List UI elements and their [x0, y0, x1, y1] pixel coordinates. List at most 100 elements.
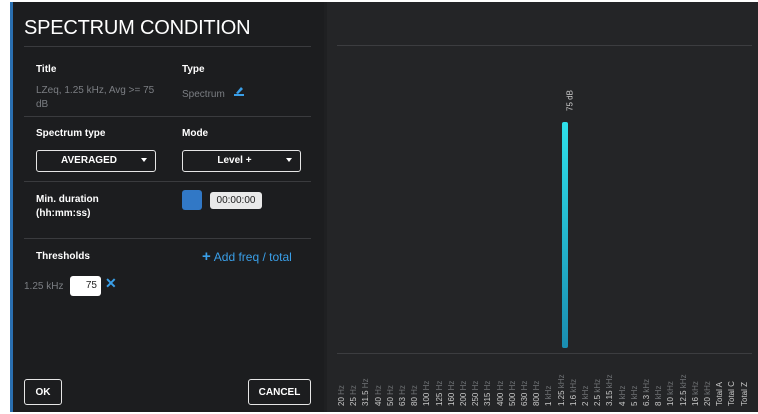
x-tick-text: 16 kHz	[690, 381, 700, 406]
x-tick-label: 6.3 kHz	[642, 356, 651, 406]
x-tick-label: 400 Hz	[496, 356, 505, 406]
x-tick-label: 200 Hz	[459, 356, 468, 406]
x-tick-label: 1.6 kHz	[569, 356, 578, 406]
x-tick-text: 5 kHz	[629, 385, 639, 406]
spectrum-type-label: Spectrum type	[36, 128, 106, 139]
x-tick-label: 1 kHz	[544, 356, 553, 406]
x-tick-text: 200 Hz	[459, 380, 468, 406]
chart-baseline	[337, 353, 752, 354]
x-tick-text: 160 Hz	[446, 380, 456, 406]
x-tick-label: Total A	[715, 356, 724, 406]
x-tick-text: 800 Hz	[532, 380, 542, 406]
x-tick-text: 2 kHz	[581, 385, 590, 406]
x-tick-text: Total Z	[739, 381, 749, 406]
threshold-value-input[interactable]: 75	[70, 276, 101, 296]
x-tick-text: Total A	[715, 381, 725, 406]
x-tick-label: 800 Hz	[532, 356, 541, 406]
x-axis-ticks: 20 Hz 25 Hz 31.5 Hz 40 Hz 50 Hz 63 Hz 80 Hz 100…	[337, 356, 755, 406]
add-freq-total-button[interactable]: + Add freq / total	[202, 248, 292, 265]
x-tick-text: 4 kHz	[617, 385, 627, 406]
x-tick-label: Total Z	[740, 356, 749, 406]
x-tick-label: 2 kHz	[581, 356, 590, 406]
x-tick-text: 400 Hz	[495, 380, 505, 406]
duration-toggle[interactable]	[182, 190, 202, 210]
plus-icon: +	[202, 248, 211, 265]
min-duration-label: Min. duration (hh:mm:ss)	[36, 194, 99, 219]
cancel-button[interactable]: CANCEL	[248, 379, 311, 405]
condition-panel: SPECTRUM CONDITION Title LZeq, 1.25 kHz,…	[10, 2, 324, 412]
title-value: LZeq, 1.25 kHz, Avg >= 75 dB	[36, 85, 155, 110]
x-tick-label: 25 Hz	[349, 356, 358, 406]
grid-line	[337, 45, 752, 46]
type-label: Type	[182, 64, 205, 75]
x-tick-text: 630 Hz	[520, 380, 529, 406]
mode-value: Level +	[217, 155, 252, 166]
x-tick-text: 40 Hz	[373, 385, 383, 406]
x-tick-label: 31.5 Hz	[361, 356, 370, 406]
panel-accent	[10, 2, 13, 412]
x-tick-text: 100 Hz	[422, 380, 432, 406]
x-tick-text: 20 Hz	[337, 385, 346, 406]
thresholds-label: Thresholds	[36, 251, 90, 262]
x-tick-label: 2.5 kHz	[593, 356, 602, 406]
x-tick-label: 5 kHz	[630, 356, 639, 406]
spectrum-type-value: AVERAGED	[61, 155, 117, 166]
x-tick-text: Total C	[727, 381, 737, 406]
x-tick-text: 25 Hz	[349, 385, 359, 406]
x-tick-text: 80 Hz	[410, 385, 420, 406]
bar-1-25-khz	[562, 122, 568, 348]
type-field: Spectrum	[182, 84, 245, 102]
x-tick-text: 1.25 kHz	[556, 374, 566, 406]
x-tick-label: 160 Hz	[447, 356, 456, 406]
mode-label: Mode	[182, 128, 209, 139]
x-tick-label: 16 kHz	[691, 356, 700, 406]
x-tick-label: 10 kHz	[666, 356, 675, 406]
x-tick-text: 63 Hz	[398, 385, 407, 406]
dialog-title: SPECTRUM CONDITION	[24, 17, 251, 39]
x-tick-label: 50 Hz	[386, 356, 395, 406]
x-tick-label: 125 Hz	[435, 356, 444, 406]
x-tick-text: 8 kHz	[654, 385, 664, 406]
x-tick-text: 10 kHz	[666, 381, 676, 406]
x-tick-label: 63 Hz	[398, 356, 407, 406]
x-tick-text: 250 Hz	[471, 380, 481, 406]
divider	[24, 181, 311, 182]
spectrum-chart: 75 dB 20 Hz 25 Hz 31.5 Hz 40 Hz 50 Hz 63 Hz 80…	[327, 2, 758, 412]
x-tick-label: 80 Hz	[410, 356, 419, 406]
x-tick-text: 12.5 kHz	[678, 374, 688, 406]
x-tick-label: 4 kHz	[618, 356, 627, 406]
x-tick-label: 8 kHz	[654, 356, 663, 406]
x-tick-text: 20 kHz	[703, 381, 712, 406]
x-tick-text: 6.3 kHz	[642, 378, 651, 406]
mode-select[interactable]: Level +	[182, 150, 301, 172]
x-tick-label: 250 Hz	[471, 356, 480, 406]
x-tick-label: 20 kHz	[703, 356, 712, 406]
x-tick-text: 315 Hz	[483, 380, 493, 406]
x-tick-text: 125 Hz	[434, 380, 444, 406]
divider	[24, 238, 311, 239]
x-tick-text: 1 kHz	[544, 385, 554, 406]
chart-edit-icon[interactable]	[233, 84, 245, 102]
x-tick-label: 40 Hz	[374, 356, 383, 406]
title-label: Title	[36, 64, 57, 75]
x-tick-label: 315 Hz	[483, 356, 492, 406]
type-value: Spectrum	[182, 89, 225, 101]
x-tick-label: 500 Hz	[508, 356, 517, 406]
chevron-down-icon	[286, 158, 292, 162]
spectrum-type-select[interactable]: AVERAGED	[36, 150, 156, 172]
chevron-down-icon	[141, 158, 147, 162]
close-icon[interactable]: ✕	[105, 275, 117, 292]
x-tick-label: Total C	[727, 356, 736, 406]
x-tick-label: 3.15 kHz	[605, 356, 614, 406]
x-tick-label: 1.25 kHz	[557, 356, 566, 406]
spectrum-condition-window: SPECTRUM CONDITION Title LZeq, 1.25 kHz,…	[10, 2, 758, 412]
x-tick-text: 500 Hz	[507, 380, 517, 406]
x-tick-text: 2.5 kHz	[593, 378, 603, 406]
divider	[24, 116, 311, 117]
min-duration-input[interactable]: 00:00:00	[210, 192, 262, 209]
bar-data-label: 75 dB	[565, 90, 575, 111]
x-tick-label: 100 Hz	[422, 356, 431, 406]
ok-button[interactable]: OK	[24, 379, 62, 405]
x-tick-text: 1.6 kHz	[568, 378, 578, 406]
threshold-freq-label: 1.25 kHz	[24, 281, 64, 292]
